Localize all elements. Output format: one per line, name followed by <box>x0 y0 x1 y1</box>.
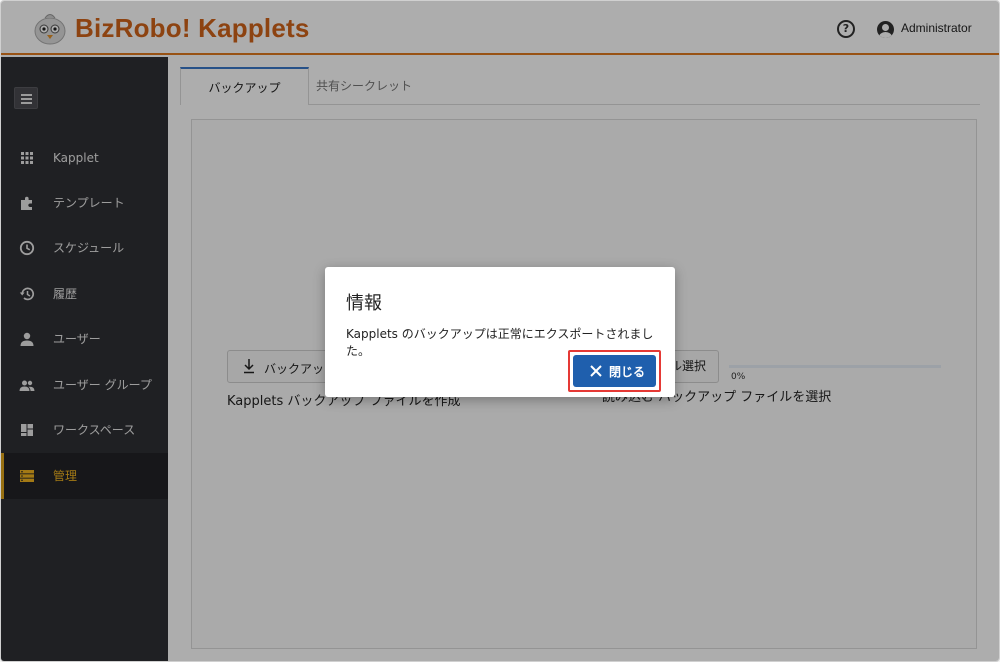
close-button[interactable]: 閉じる <box>573 355 656 387</box>
close-icon <box>590 365 602 377</box>
dialog-title: 情報 <box>346 293 382 314</box>
info-dialog: 情報 Kapplets のバックアップは正常にエクスポートされました。 閉じる <box>325 267 675 397</box>
close-button-label: 閉じる <box>609 365 646 379</box>
app-window: BizRobo! Kapplets ? Administrator Kapple… <box>0 0 1000 662</box>
